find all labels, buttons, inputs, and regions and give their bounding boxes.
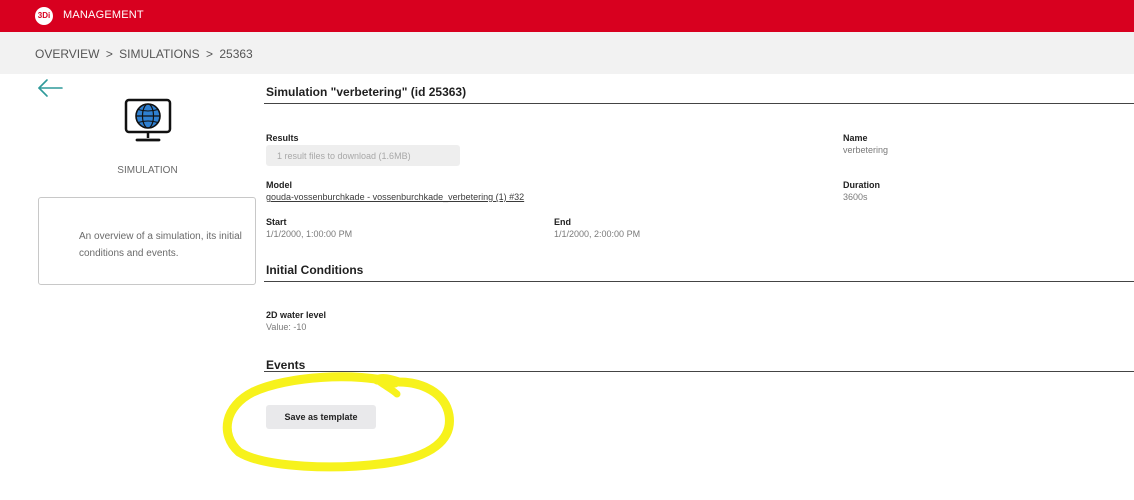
breadcrumb-simulations[interactable]: SIMULATIONS: [119, 47, 199, 61]
description-box: An overview of a simulation, its initial…: [38, 197, 256, 285]
top-bar: 3Di MANAGEMENT: [0, 0, 1134, 32]
breadcrumb-bar: OVERVIEW > SIMULATIONS > 25363: [0, 32, 1134, 74]
breadcrumb-overview[interactable]: OVERVIEW: [35, 47, 99, 61]
name-value: verbetering: [843, 145, 889, 155]
duration-value: 3600s: [843, 192, 868, 202]
description-text: An overview of a simulation, its initial…: [79, 231, 242, 259]
model-link[interactable]: gouda-vossenburchkade - vossenburchkade_…: [266, 192, 524, 202]
simulation-type-label: SIMULATION: [117, 165, 178, 176]
section-divider: [264, 103, 1134, 104]
start-value: 1/1/2000, 1:00:00 PM: [266, 229, 353, 239]
initial-conditions-title: Initial Conditions: [266, 263, 364, 277]
app-logo-icon[interactable]: 3Di: [35, 7, 53, 25]
save-as-template-button[interactable]: Save as template: [266, 405, 376, 429]
breadcrumb-separator: >: [105, 47, 113, 61]
initial-condition-label: 2D water level: [266, 310, 327, 320]
globe-monitor-icon: [124, 98, 172, 142]
app-title[interactable]: MANAGEMENT: [63, 9, 144, 21]
breadcrumb: OVERVIEW > SIMULATIONS > 25363: [35, 47, 253, 61]
initial-condition-value: Value: -10: [266, 322, 307, 332]
breadcrumb-current: 25363: [219, 47, 253, 61]
name-label: Name: [843, 133, 868, 143]
download-results-button[interactable]: 1 result files to download (1.6MB): [266, 145, 460, 166]
model-label: Model: [266, 180, 292, 190]
events-title: Events: [266, 358, 306, 372]
end-label: End: [554, 217, 571, 227]
start-label: Start: [266, 217, 287, 227]
results-label: Results: [266, 133, 299, 143]
duration-label: Duration: [843, 180, 880, 190]
arrow-left-icon[interactable]: [36, 78, 64, 98]
section-divider: [264, 371, 1134, 372]
simulation-title: Simulation "verbetering" (id 25363): [266, 85, 467, 99]
end-value: 1/1/2000, 2:00:00 PM: [554, 229, 641, 239]
breadcrumb-separator: >: [205, 47, 213, 61]
section-divider: [264, 281, 1134, 282]
